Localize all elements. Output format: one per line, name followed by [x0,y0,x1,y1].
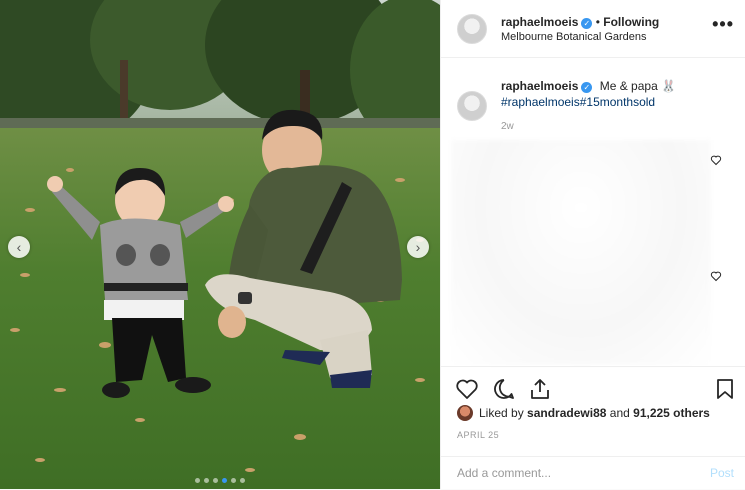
carousel-dot [240,478,245,483]
comment-bar: Post [441,456,745,490]
likes-middle: and [609,406,630,420]
bookmark-icon[interactable] [713,377,737,401]
post-header: raphaelmoeis ✓ • Following Melbourne Bota… [441,0,745,58]
carousel-next-button[interactable]: › [407,236,429,258]
liker-username-link[interactable]: sandradewi88 [527,406,606,420]
carousel-dots [195,478,245,483]
post-side-panel: raphaelmoeis ✓ • Following Melbourne Bota… [440,0,745,489]
post-date: APRIL 25 [457,430,500,440]
carousel-prev-button[interactable]: ‹ [8,236,30,258]
avatar[interactable] [457,91,487,121]
following-button[interactable]: Following [603,15,659,29]
share-icon[interactable] [528,377,552,401]
chevron-left-icon: ‹ [16,239,22,255]
username-link[interactable]: raphaelmoeis [501,15,578,29]
carousel-dot [231,478,236,483]
caption-line: raphaelmoeis ✓ Me & papa 🐰 [501,79,676,93]
comment-icon[interactable] [492,377,516,401]
post-comment-button[interactable]: Post [710,466,734,480]
post-photo[interactable]: ‹ › [0,0,440,489]
post-actions: Liked by sandradewi88 and 91,225 others … [441,366,745,486]
separator-dot: • [595,15,600,29]
chevron-right-icon: › [415,239,421,255]
caption-username-link[interactable]: raphaelmoeis [501,79,578,93]
heart-outline-icon[interactable] [455,377,479,401]
more-options-icon[interactable]: ••• [712,14,734,35]
verified-badge-icon: ✓ [581,82,593,93]
post-image [0,0,440,489]
carousel-dot-active [222,478,227,483]
carousel-dot [213,478,218,483]
likes-summary: Liked by sandradewi88 and 91,225 others [457,405,710,421]
likes-count-link[interactable]: 91,225 others [633,406,710,420]
verified-badge-icon: ✓ [581,18,593,29]
location-link[interactable]: Melbourne Botanical Gardens [501,31,647,43]
caption-timestamp: 2w [501,121,514,132]
comment-like-heart-icon[interactable] [710,270,722,282]
caption-text: Me & papa 🐰 [599,79,677,93]
comment-input[interactable] [455,465,679,481]
carousel-dot [195,478,200,483]
blurred-comments [451,140,711,365]
likes-prefix: Liked by [479,406,524,420]
liker-avatar[interactable] [457,405,473,421]
header-user-line: raphaelmoeis ✓ • Following [501,15,659,29]
hashtag-links[interactable]: #raphaelmoeis#15monthsold [501,95,655,109]
carousel-dot [204,478,209,483]
avatar[interactable] [457,14,487,44]
comment-like-heart-icon[interactable] [710,154,722,166]
